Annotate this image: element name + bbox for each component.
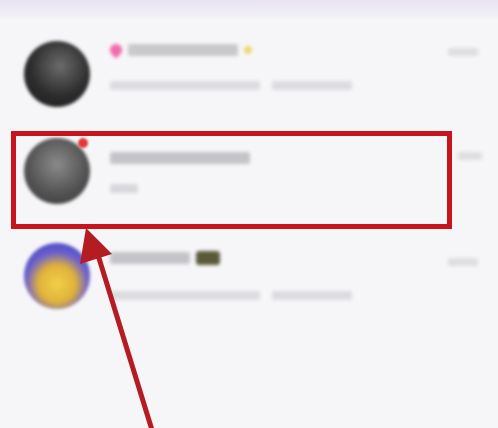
annotation-arrow <box>80 228 154 428</box>
